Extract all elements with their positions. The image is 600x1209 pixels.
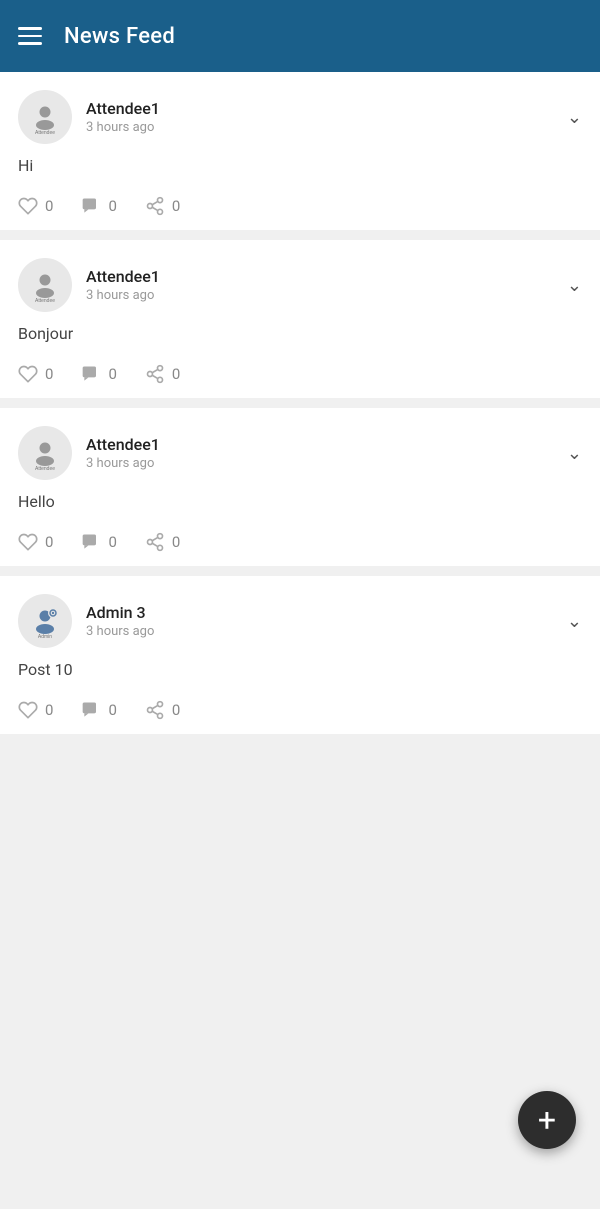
comment-icon [81,532,101,552]
avatar: Attendee [18,90,72,144]
share-button[interactable]: 0 [145,196,180,216]
comment-button[interactable]: 0 [81,700,116,720]
post-time: 3 hours ago [86,624,154,639]
share-icon [145,532,165,552]
post-author-section: Attendee Attendee1 3 hours ago [18,258,160,312]
comment-button[interactable]: 0 [81,196,116,216]
post-content: Bonjour [18,324,582,348]
share-button[interactable]: 0 [145,532,180,552]
post-time: 3 hours ago [86,120,160,135]
heart-icon [18,532,38,552]
like-button[interactable]: 0 [18,700,53,720]
post-author-section: Attendee Attendee1 3 hours ago [18,426,160,480]
post-header: Attendee Attendee1 3 hours ago ⌄ [18,258,582,312]
avatar: Attendee [18,426,72,480]
post-content: Hello [18,492,582,516]
comment-icon [81,196,101,216]
like-button[interactable]: 0 [18,532,53,552]
menu-icon[interactable] [18,27,42,45]
post-card: Attendee Attendee1 3 hours ago ⌄ Bonjour… [0,240,600,398]
post-author-info: Attendee1 3 hours ago [86,435,160,471]
post-time: 3 hours ago [86,288,160,303]
comment-icon [81,700,101,720]
post-card: Attendee Attendee1 3 hours ago ⌄ Hello 0 [0,408,600,566]
post-menu-button[interactable]: ⌄ [567,275,582,296]
heart-icon [18,364,38,384]
avatar: Admin [18,594,72,648]
post-time: 3 hours ago [86,456,160,471]
post-header: Attendee Attendee1 3 hours ago ⌄ [18,426,582,480]
post-author-info: Attendee1 3 hours ago [86,267,160,303]
post-actions: 0 0 0 [18,532,582,552]
heart-icon [18,196,38,216]
avatar: Attendee [18,258,72,312]
svg-text:Attendee: Attendee [35,298,55,303]
post-author-name: Admin 3 [86,603,154,622]
post-author-info: Attendee1 3 hours ago [86,99,160,135]
like-button[interactable]: 0 [18,364,53,384]
post-header: Attendee Attendee1 3 hours ago ⌄ [18,90,582,144]
heart-icon [18,700,38,720]
share-button[interactable]: 0 [145,700,180,720]
news-feed: Attendee Attendee1 3 hours ago ⌄ Hi 0 [0,72,600,734]
comment-button[interactable]: 0 [81,532,116,552]
svg-text:Admin: Admin [38,634,52,639]
like-button[interactable]: 0 [18,196,53,216]
comment-count: 0 [108,533,116,551]
share-icon [145,364,165,384]
comment-button[interactable]: 0 [81,364,116,384]
post-actions: 0 0 0 [18,700,582,720]
share-count: 0 [172,365,180,383]
post-menu-button[interactable]: ⌄ [567,107,582,128]
post-author-info: Admin 3 3 hours ago [86,603,154,639]
post-author-name: Attendee1 [86,99,160,118]
comment-icon [81,364,101,384]
post-actions: 0 0 0 [18,196,582,216]
share-icon [145,700,165,720]
comment-count: 0 [108,365,116,383]
post-author-name: Attendee1 [86,435,160,454]
page-title: News Feed [64,24,175,49]
svg-text:Attendee: Attendee [35,130,55,135]
comment-count: 0 [108,701,116,719]
share-button[interactable]: 0 [145,364,180,384]
create-post-button[interactable]: + [518,1091,576,1149]
post-header: Admin Admin 3 3 hours ago ⌄ [18,594,582,648]
post-actions: 0 0 0 [18,364,582,384]
post-author-name: Attendee1 [86,267,160,286]
comment-count: 0 [108,197,116,215]
post-card: Attendee Attendee1 3 hours ago ⌄ Hi 0 [0,72,600,230]
like-count: 0 [45,197,53,215]
post-content: Hi [18,156,582,180]
post-author-section: Admin Admin 3 3 hours ago [18,594,154,648]
share-count: 0 [172,533,180,551]
svg-text:Attendee: Attendee [35,466,55,471]
post-menu-button[interactable]: ⌄ [567,443,582,464]
share-count: 0 [172,701,180,719]
like-count: 0 [45,701,53,719]
like-count: 0 [45,365,53,383]
like-count: 0 [45,533,53,551]
app-header: News Feed [0,0,600,72]
post-author-section: Attendee Attendee1 3 hours ago [18,90,160,144]
post-content: Post 10 [18,660,582,684]
post-card: Admin Admin 3 3 hours ago ⌄ Post 10 0 [0,576,600,734]
share-icon [145,196,165,216]
post-menu-button[interactable]: ⌄ [567,611,582,632]
share-count: 0 [172,197,180,215]
